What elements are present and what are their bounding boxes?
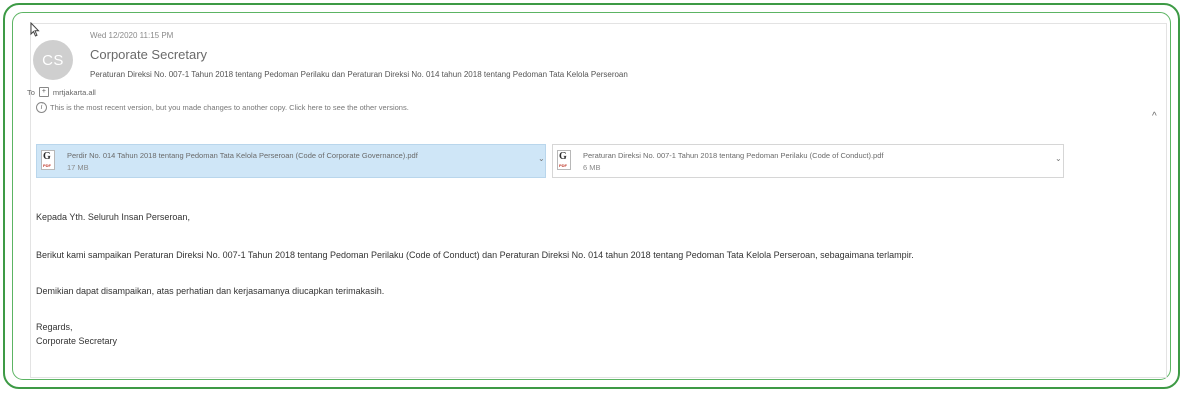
email-closing: Regards, xyxy=(36,322,73,332)
avatar: CS xyxy=(33,40,73,80)
to-label: To xyxy=(27,87,35,97)
plus-box-icon[interactable]: + xyxy=(38,87,49,97)
info-bar[interactable]: i This is the most recent version, but y… xyxy=(36,102,409,113)
email-paragraph: Demikian dapat disampaikan, atas perhati… xyxy=(36,286,385,296)
recipient-row: To + mrtjakarta.all xyxy=(27,87,96,97)
email-datetime: Wed 12/2020 11:15 PM xyxy=(90,31,174,40)
mouse-pointer-icon xyxy=(30,22,40,37)
info-message[interactable]: This is the most recent version, but you… xyxy=(50,103,409,112)
pdf-file-icon: G PDF xyxy=(41,150,55,170)
attachment-item[interactable]: G PDF Perdir No. 014 Tahun 2018 tentang P… xyxy=(36,144,546,178)
attachment-name[interactable]: Perdir No. 014 Tahun 2018 tentang Pedoma… xyxy=(67,151,418,160)
recipient[interactable]: mrtjakarta.all xyxy=(53,88,96,97)
attachment-size: 6 MB xyxy=(583,163,601,172)
attachment-size: 17 MB xyxy=(67,163,89,172)
email-subject: Peraturan Direksi No. 007-1 Tahun 2018 t… xyxy=(90,70,628,79)
chevron-down-icon[interactable]: ⌄ xyxy=(538,154,545,163)
avatar-initials: CS xyxy=(42,51,64,69)
attachment-name[interactable]: Peraturan Direksi No. 007-1 Tahun 2018 t… xyxy=(583,151,883,160)
chevron-up-icon[interactable]: ^ xyxy=(1152,111,1157,122)
sender-name[interactable]: Corporate Secretary xyxy=(90,47,207,62)
pdf-file-icon: G PDF xyxy=(557,150,571,170)
attachment-item[interactable]: G PDF Peraturan Direksi No. 007-1 Tahun 2… xyxy=(552,144,1064,178)
email-paragraph: Berikut kami sampaikan Peraturan Direksi… xyxy=(36,250,914,260)
email-greeting: Kepada Yth. Seluruh Insan Perseroan, xyxy=(36,212,190,222)
email-signature: Corporate Secretary xyxy=(36,336,118,346)
info-icon: i xyxy=(36,102,47,113)
chevron-down-icon[interactable]: ⌄ xyxy=(1055,154,1062,163)
